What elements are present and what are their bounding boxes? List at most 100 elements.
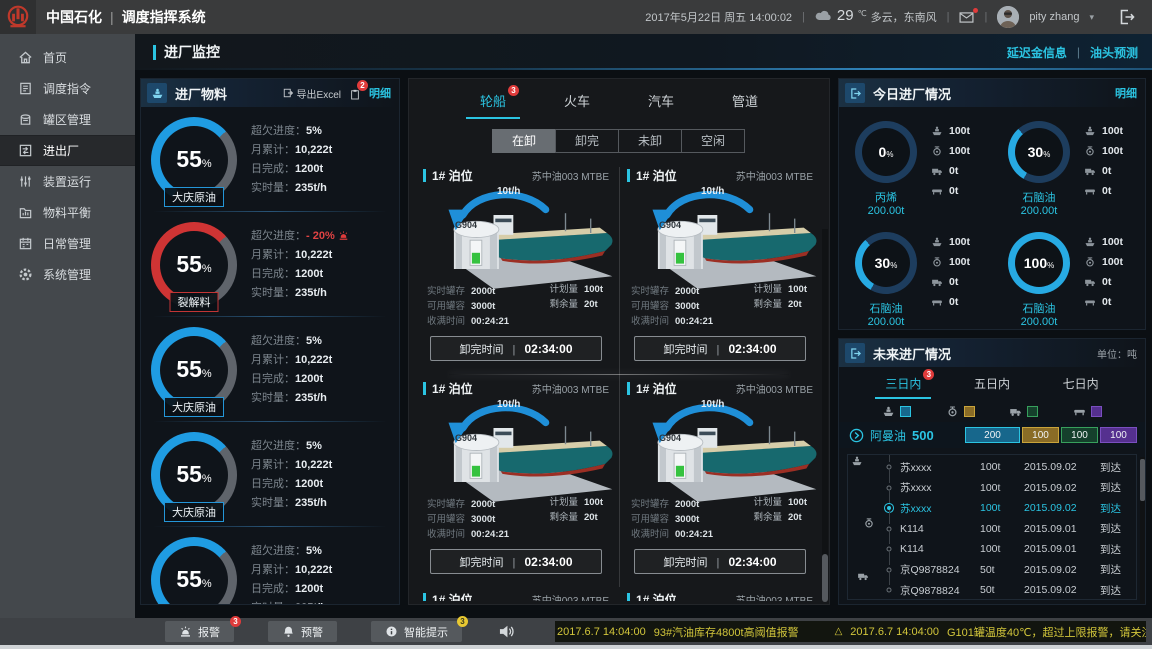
berth-illustration: 10t/h G904 <box>627 399 813 511</box>
delay-fee-link[interactable]: 延迟金信息 <box>1007 44 1067 61</box>
ship-tank-illustration <box>427 401 623 509</box>
unload-finish-time-button[interactable]: 卸完时间 | 02:34:00 <box>634 549 806 574</box>
in-out-icon <box>18 143 33 158</box>
mail-notification-dot <box>973 8 978 13</box>
remain-label: 剩余量 <box>549 512 578 523</box>
scrollbar-thumb[interactable] <box>1140 459 1145 501</box>
progress-value: 5% <box>306 545 322 557</box>
today-gauge: 30% <box>1008 121 1070 183</box>
realtime-label: 实时量： <box>251 287 295 299</box>
arrival-row[interactable]: 苏xxxx 100t 2015.09.02 到达 <box>848 476 1136 497</box>
berth-label: 1# 泊位 <box>432 380 473 397</box>
month-label: 月累计： <box>251 249 295 261</box>
capacity-value: 3000t <box>675 301 699 312</box>
truck-icon <box>1084 276 1096 288</box>
tab-ship[interactable]: 轮船3 <box>480 91 506 119</box>
subtab-not-unloaded[interactable]: 未卸 <box>618 129 682 153</box>
sidebar-item-tank-farm[interactable]: 罐区管理 <box>0 104 135 135</box>
arrivals-table: 苏xxxx 100t 2015.09.02 到达 苏xxxx 100t 2015… <box>847 454 1137 600</box>
warning-button[interactable]: 预警 <box>268 621 337 642</box>
sidebar-item-system-management[interactable]: 系统管理 <box>0 259 135 290</box>
sidebar-item-home[interactable]: 首页 <box>0 42 135 73</box>
status-badge: 到达 <box>1100 542 1136 557</box>
material-amount: 200.00t <box>1002 205 1076 217</box>
ship-amount: 100t <box>1102 125 1123 137</box>
arrival-row[interactable]: 苏xxxx 100t 2015.09.02 到达 <box>848 496 1136 517</box>
tank-icon <box>18 112 33 127</box>
tab-truck[interactable]: 汽车 <box>648 91 674 119</box>
export-excel-button[interactable]: 导出Excel <box>282 86 341 101</box>
table-scrollbar[interactable] <box>1140 457 1145 604</box>
ship-icon <box>851 455 863 467</box>
done-time-label: 卸完时间 <box>663 344 707 356</box>
realtime-label: 实时量： <box>251 392 295 404</box>
clipboard-badge: 2 <box>357 80 368 91</box>
sidebar-item-material-balance[interactable]: 物料平衡 <box>0 197 135 228</box>
tab-pipeline[interactable]: 管道 <box>732 91 758 119</box>
subtab-idle[interactable]: 空闲 <box>681 129 745 153</box>
logout-button[interactable] <box>1118 8 1136 26</box>
berth-header: 1# 泊位 苏中油003 MTBE <box>423 167 609 184</box>
day-label: 日完成： <box>251 583 295 595</box>
unload-finish-time-button[interactable]: 卸完时间 | 02:34:00 <box>634 336 806 361</box>
gauge-percent: 30% <box>855 232 917 294</box>
arrival-row[interactable]: 苏xxxx 100t 2015.09.02 到达 <box>848 455 1136 476</box>
scrollbar-thumb[interactable] <box>822 554 828 602</box>
app-brand: 中国石化 | 调度指挥系统 <box>46 7 206 27</box>
clipboard-button[interactable]: 2 <box>349 85 361 100</box>
train-amount: 100t <box>1102 145 1123 157</box>
gauge-percent: 0% <box>855 121 917 183</box>
today-gauge: 100% <box>1008 232 1070 294</box>
sidebar-item-in-out-plant[interactable]: 进出厂 <box>0 135 135 166</box>
avatar[interactable] <box>997 6 1019 28</box>
alarm-button[interactable]: 报警 3 <box>165 621 234 642</box>
realtime-value: 235t/h <box>295 392 327 404</box>
today-detail-link[interactable]: 明细 <box>1115 85 1137 101</box>
arrival-row[interactable]: 京Q9878824 50t 2015.09.02 到达 <box>848 558 1136 579</box>
summary-row: 阿曼油 500 200100100100 <box>839 422 1145 448</box>
button-separator: | <box>717 557 720 569</box>
smart-tips-button[interactable]: 智能提示 3 <box>371 621 462 642</box>
today-gauge-cell: 100% 石脑油 200.00t 100t 100t 0t 0t <box>992 218 1145 329</box>
sidebar-item-dispatch-orders[interactable]: 调度指令 <box>0 73 135 104</box>
berth-illustration: 10t/h G904 <box>423 186 609 298</box>
tab-3-days[interactable]: 三日内3 <box>885 375 921 399</box>
sidebar-item-unit-operation[interactable]: 装置运行 <box>0 166 135 197</box>
arrival-row[interactable]: 京Q9878824 50t 2015.09.02 到达 <box>848 578 1136 599</box>
arrival-row[interactable]: K114 100t 2015.09.01 到达 <box>848 537 1136 558</box>
oil-head-predict-link[interactable]: 油头预测 <box>1090 44 1138 61</box>
capacity-value: 3000t <box>675 514 699 525</box>
arrival-row[interactable]: K114 100t 2015.09.01 到达 <box>848 517 1136 538</box>
arrival-date: 2015.09.02 <box>1024 584 1100 596</box>
materials-panel-header: 进厂物料 导出Excel 2 明细 <box>141 79 399 107</box>
center-scrollbar[interactable] <box>822 229 828 598</box>
cloud-icon <box>815 9 833 22</box>
remain-label: 剩余量 <box>753 512 782 523</box>
tab-train[interactable]: 火车 <box>564 91 590 119</box>
user-name[interactable]: pity zhang <box>1029 11 1079 23</box>
document-icon <box>18 81 33 96</box>
unload-finish-time-button[interactable]: 卸完时间 | 02:34:00 <box>430 336 602 361</box>
sidebar-item-daily-management[interactable]: 日常管理 <box>0 228 135 259</box>
tab-5-days[interactable]: 五日内 <box>974 375 1010 399</box>
train-amount: 100t <box>949 145 970 157</box>
subtab-unloading[interactable]: 在卸 <box>492 129 556 153</box>
messages-button[interactable] <box>959 11 974 23</box>
tab-7-days[interactable]: 七日内 <box>1063 375 1099 399</box>
material-name-chip: 裂解料 <box>170 292 219 312</box>
vessel-name: 苏中油003 MTBE <box>736 592 813 601</box>
ship-amount: 100t <box>949 125 970 137</box>
carrier-id: 苏xxxx <box>900 501 980 516</box>
speaker-button[interactable] <box>498 623 515 641</box>
unload-finish-time-button[interactable]: 卸完时间 | 02:34:00 <box>430 549 602 574</box>
user-menu-caret[interactable]: ▾ <box>1089 12 1094 23</box>
berth-header: 1# 泊位 苏中油003 MTBE <box>423 380 609 397</box>
carrier-id: K114 <box>900 543 980 555</box>
topbar-separator: | <box>984 11 987 23</box>
materials-detail-link[interactable]: 明细 <box>369 85 391 101</box>
subtab-unloaded[interactable]: 卸完 <box>555 129 619 153</box>
quantity: 50t <box>980 584 1024 596</box>
expand-chevron-icon[interactable] <box>849 428 864 443</box>
ship-tab-badge: 3 <box>508 85 519 96</box>
unload-rate: 10t/h <box>701 399 724 410</box>
